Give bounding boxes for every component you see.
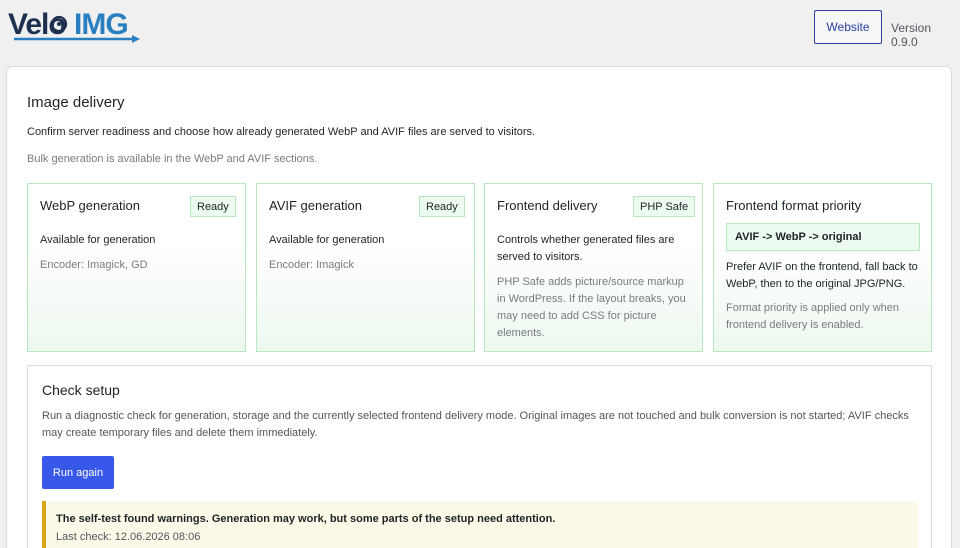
- card-encoder: Encoder: Imagick: [269, 259, 354, 271]
- svg-text:IMG: IMG: [74, 8, 128, 41]
- page-note: Bulk generation is available in the WebP…: [27, 153, 318, 165]
- avif-generation-card: AVIF generation Ready Available for gene…: [256, 183, 475, 352]
- page-description: Confirm server readiness and choose how …: [27, 126, 536, 138]
- status-badge: Ready: [190, 196, 236, 217]
- format-priority-card: Frontend format priority AVIF -> WebP ->…: [713, 183, 932, 352]
- card-text-line: Controls whether generated files are: [497, 234, 675, 246]
- card-muted-line: Format priority is applied only when: [726, 302, 900, 314]
- card-muted-line: elements.: [497, 327, 545, 339]
- card-muted-line: may need to add CSS for picture: [497, 310, 657, 322]
- webp-generation-card: WebP generation Ready Available for gene…: [27, 183, 246, 352]
- card-text: Available for generation: [40, 234, 156, 246]
- version-label: Version 0.9.0: [891, 21, 932, 49]
- section-description: Run a diagnostic check for generation, s…: [42, 408, 922, 442]
- frontend-delivery-card: Frontend delivery PHP Safe Controls whet…: [484, 183, 703, 352]
- card-title: Frontend delivery: [497, 198, 598, 213]
- card-title: Frontend format priority: [726, 198, 862, 213]
- warning-notice: The self-test found warnings. Generation…: [42, 501, 918, 548]
- section-title: Check setup: [42, 382, 120, 398]
- run-again-button[interactable]: Run again: [42, 456, 114, 489]
- velo-img-logo[interactable]: Velo IMG: [8, 6, 142, 46]
- notice-message: The self-test found warnings. Generation…: [56, 513, 556, 525]
- status-badge: Ready: [419, 196, 465, 217]
- card-text-line: served to visitors.: [497, 251, 583, 263]
- card-muted-line: in WordPress. If the layout breaks, you: [497, 293, 686, 305]
- card-text: Available for generation: [269, 234, 385, 246]
- card-title: WebP generation: [40, 198, 140, 213]
- format-priority-value: AVIF -> WebP -> original: [726, 223, 920, 251]
- top-bar: Velo IMG Website Version 0.9.0: [0, 0, 960, 60]
- card-muted-line: PHP Safe adds picture/source markup: [497, 276, 684, 288]
- website-button[interactable]: Website: [814, 10, 882, 44]
- card-title: AVIF generation: [269, 198, 362, 213]
- description-line: may create temporary files and delete th…: [42, 427, 318, 439]
- card-encoder: Encoder: Imagick, GD: [40, 259, 148, 271]
- card-muted-line: frontend delivery is enabled.: [726, 319, 864, 331]
- check-setup-section: Check setup Run a diagnostic check for g…: [27, 365, 932, 548]
- last-check-timestamp: Last check: 12.06.2026 08:06: [56, 531, 201, 543]
- card-text-line: Prefer AVIF on the frontend, fall back t…: [726, 261, 918, 273]
- status-badge: PHP Safe: [633, 196, 696, 217]
- description-line: Run a diagnostic check for generation, s…: [42, 410, 909, 422]
- card-text-line: WebP, then to the original JPG/PNG.: [726, 278, 906, 290]
- page-title: Image delivery: [27, 94, 125, 111]
- image-delivery-panel: Image delivery Confirm server readiness …: [6, 66, 952, 548]
